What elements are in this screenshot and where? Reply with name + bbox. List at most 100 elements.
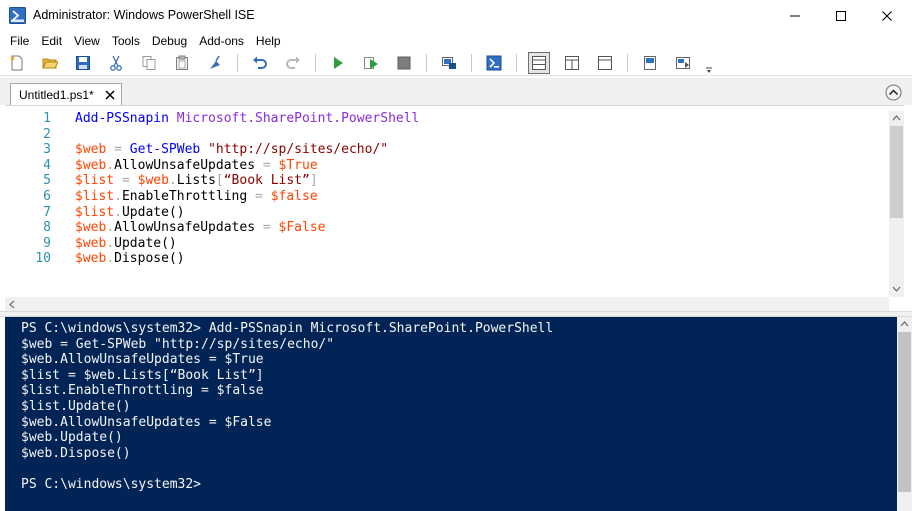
cut-button[interactable] [105,52,127,74]
console-scroll-thumb[interactable] [898,332,911,492]
script-tab-strip: Untitled1.ps1* [0,78,912,105]
start-powershell-button[interactable] [483,52,505,74]
code-line: $list = $web.Lists[“Book List”] [75,173,419,189]
layout-script-maximized-button[interactable] [594,52,616,74]
script-editor[interactable]: 1 2 3 4 5 6 7 8 9 10 Add-PSSnapin Microsoft.Share… [5,105,904,312]
toolbar-overflow-icon [706,67,712,73]
menu-addons[interactable]: Add-ons [193,31,250,51]
menu-help[interactable]: Help [250,31,287,51]
toolbar-separator [516,54,517,72]
line-number: 2 [43,126,51,142]
code-token: . [114,188,122,204]
copy-icon [142,56,156,70]
toolbar [0,51,912,76]
close-window-button[interactable] [864,0,910,31]
script-code[interactable]: Add-PSSnapin Microsoft.SharePoint.PowerS… [75,111,419,267]
code-line: Add-PSSnapin Microsoft.SharePoint.PowerS… [75,111,419,127]
code-token: $list [75,188,115,204]
line-number: 8 [43,220,51,236]
stop-icon [397,56,411,70]
open-button[interactable] [39,52,61,74]
console-output[interactable]: PS C:\windows\system32> Add-PSSnapin Mic… [21,321,553,493]
code-token: Update [114,235,162,251]
code-token: $True [278,157,318,173]
close-tab-icon[interactable] [103,88,117,102]
code-token: $web [137,173,169,189]
console-line: $web.AllowUnsafeUpdates = $False [21,414,272,430]
editor-scroll-thumb[interactable] [890,126,903,218]
code-token: $False [278,220,326,236]
toolbar-separator [426,54,427,72]
scroll-left-icon[interactable] [8,300,16,309]
save-button[interactable] [72,52,94,74]
console-line: $list.Update() [21,398,131,414]
code-token: . [106,235,115,251]
line-number: 7 [43,204,51,220]
scroll-up-icon[interactable] [892,114,901,122]
console-line: $list.EnableThrottling = $false [21,383,264,399]
clear-console-icon [210,55,220,69]
show-command-addon-button[interactable] [672,52,694,74]
toolbar-separator [315,54,316,72]
console-line: PS C:\windows\system32> [21,476,202,492]
code-token: Lists [176,173,216,189]
cut-icon [110,55,122,71]
console-line: PS C:\windows\system32> Add-PSSnapin Mic… [21,321,554,336]
run-script-icon [334,57,343,69]
console-line: $web = Get-SPWeb "http://sp/sites/echo/" [21,336,335,352]
show-command-window-button[interactable] [639,52,661,74]
new-file-icon [10,55,23,71]
scroll-up-icon[interactable] [900,320,909,328]
layout-script-right-button[interactable] [561,52,583,74]
maximize-icon [836,10,846,21]
editor-vertical-scrollbar[interactable] [889,111,904,297]
redo-button[interactable] [282,52,304,74]
menu-file[interactable]: File [4,31,35,51]
copy-button[interactable] [138,52,160,74]
clear-console-button[interactable] [204,52,226,74]
run-script-button[interactable] [327,52,349,74]
code-token: = [255,157,279,173]
editor-horizontal-scrollbar[interactable] [5,297,889,312]
console-vertical-scrollbar[interactable] [897,317,912,511]
layout-script-right-icon [565,56,579,70]
code-token: $web [75,235,107,251]
layout-script-top-icon [532,56,546,70]
stop-button[interactable] [393,52,415,74]
code-token: $web [75,142,107,158]
paste-button[interactable] [171,52,193,74]
undo-button[interactable] [249,52,271,74]
run-selection-button[interactable] [360,52,382,74]
menu-view[interactable]: View [68,31,106,51]
tab-untitled1[interactable]: Untitled1.ps1* [10,83,122,105]
line-number: 4 [43,157,51,173]
menu-edit[interactable]: Edit [35,31,68,51]
code-line: $web.AllowUnsafeUpdates = $True [75,158,419,174]
code-token: = [255,220,279,236]
code-line: $list.Update() [75,205,419,221]
scroll-down-icon[interactable] [892,285,901,293]
code-token: “Book List” [223,173,310,189]
layout-script-top-button[interactable] [528,52,550,74]
code-token: () [161,235,177,251]
code-token: = [106,142,130,158]
toolbar-overflow-button[interactable] [705,52,713,74]
undo-icon [253,56,267,69]
menu-debug[interactable]: Debug [146,31,193,51]
window-title: Administrator: Windows PowerShell ISE [33,8,255,22]
menu-tools[interactable]: Tools [106,31,146,51]
console-pane[interactable]: PS C:\windows\system32> Add-PSSnapin Mic… [5,317,912,511]
new-remote-tab-button[interactable] [438,52,460,74]
paste-icon [176,55,188,70]
minimize-button[interactable] [772,0,818,31]
code-line: $web.AllowUnsafeUpdates = $False [75,220,419,236]
title-bar: Administrator: Windows PowerShell ISE [0,0,912,31]
collapse-script-pane-icon[interactable] [885,84,902,101]
new-file-button[interactable] [6,52,28,74]
code-token: Get-SPWeb [129,142,201,158]
maximize-button[interactable] [818,0,864,31]
new-remote-tab-icon [442,57,456,69]
